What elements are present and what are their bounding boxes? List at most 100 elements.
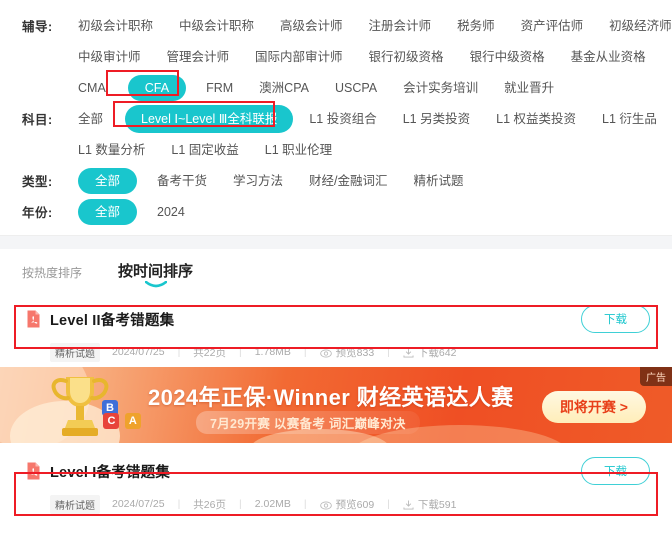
result-downloads-label: 下载642 <box>417 346 457 359</box>
filter-group-subject-row-2: L1 数量分析 L1 固定收益 L1 职业伦理 <box>0 134 672 165</box>
result-views-label: 预览609 <box>335 498 375 511</box>
ad-label-badge: 广告 <box>640 367 672 386</box>
result-main-row: Level I备考错题集 下载 <box>22 449 650 493</box>
filter-chip-chuji-kuaiji[interactable]: 初级会计职称 <box>78 14 153 38</box>
result-page-count: 共26页 <box>193 498 226 511</box>
result-type-tag: 精析试题 <box>50 494 100 514</box>
result-views: 预览833 <box>319 345 375 360</box>
meta-separator: | <box>387 346 390 358</box>
sort-tab-by-time[interactable]: 按时间排序 <box>118 260 194 288</box>
filter-chip-l1-alternative[interactable]: L1 另类投资 <box>403 107 470 131</box>
result-views: 预览609 <box>319 497 375 512</box>
filter-chip-l1-quant[interactable]: L1 数量分析 <box>78 138 145 162</box>
filter-group-year: 年份: 全部 2024 <box>0 196 672 227</box>
filter-label-subject: 科目: <box>22 113 53 127</box>
letter-blocks: B C A <box>84 400 144 429</box>
filter-label-tutoring: 辅导: <box>22 20 53 34</box>
filter-group-tutoring-row-3: CMA CFA FRM 澳洲CPA USCPA 会计实务培训 就业晋升 <box>0 72 672 103</box>
ad-cta-button[interactable]: 即将开赛 > <box>541 391 646 423</box>
meta-separator: | <box>387 498 390 510</box>
download-icon <box>403 499 414 510</box>
result-views-label: 预览833 <box>335 346 375 359</box>
ad-title: 2024年正保·Winner 财经英语达人赛 <box>148 385 514 410</box>
sort-tab-by-popularity[interactable]: 按热度排序 <box>22 264 82 287</box>
filter-chip-l1-portfolio[interactable]: L1 投资组合 <box>309 107 376 131</box>
letter-block-a: A <box>124 413 141 429</box>
meta-separator: | <box>238 346 242 358</box>
filter-chip-chuji-jingjishi[interactable]: 初级经济师 <box>609 14 672 38</box>
filter-chip-type-beikao[interactable]: 备考干货 <box>157 169 207 193</box>
filter-chip-guanli-kuaijishi[interactable]: 管理会计师 <box>167 45 230 69</box>
filter-items: 全部 备考干货 学习方法 财经/金融词汇 精析试题 <box>78 167 672 194</box>
meta-separator: | <box>303 346 307 358</box>
meta-separator: | <box>177 346 181 358</box>
filter-chip-uscpa[interactable]: USCPA <box>335 76 377 100</box>
filter-chip-zhongji-kuaiji[interactable]: 中级会计职称 <box>179 14 254 38</box>
filter-chip-frm[interactable]: FRM <box>206 76 233 100</box>
filter-group-tutoring-row-2: 中级审计师 管理会计师 国际内部审计师 银行初级资格 银行中级资格 基金从业资格… <box>0 41 672 72</box>
result-meta-row: 精析试题 2024/07/25 | 共26页 | 2.02MB | 预览609 … <box>22 493 650 515</box>
result-meta-row: 精析试题 2024/07/25 | 共22页 | 1.78MB | 预览833 … <box>22 341 650 363</box>
filter-chip-l1-derivatives[interactable]: L1 衍生品 <box>602 107 657 131</box>
filter-items: CMA CFA FRM 澳洲CPA USCPA 会计实务培训 就业晋升 <box>78 74 672 101</box>
filter-chip-zichan-pinggushi[interactable]: 资产评估师 <box>521 14 584 38</box>
result-date: 2024/07/25 <box>112 498 165 510</box>
filter-chip-cfa[interactable]: CFA <box>127 74 187 101</box>
filter-chip-year-all[interactable]: 全部 <box>78 198 138 225</box>
filter-chip-type-xuexi-fangfa[interactable]: 学习方法 <box>233 169 283 193</box>
filter-chip-subject-all[interactable]: 全部 <box>78 107 103 131</box>
meta-separator: | <box>238 498 242 510</box>
filter-chip-level-all-bundle[interactable]: Level Ⅰ~Level Ⅲ全科联报 <box>125 104 294 133</box>
filter-chip-cma[interactable]: CMA <box>78 76 106 100</box>
filter-chip-gaoji-kuaijishi[interactable]: 高级会计师 <box>280 14 343 38</box>
filter-chip-yinhang-zhongji[interactable]: 银行中级资格 <box>470 45 545 69</box>
filter-chip-jijin-congye[interactable]: 基金从业资格 <box>571 45 646 69</box>
filter-panel: 辅导: 初级会计职称 中级会计职称 高级会计师 注册会计师 税务师 资产评估师 … <box>0 0 672 235</box>
filter-group-type: 类型: 全部 备考干货 学习方法 财经/金融词汇 精析试题 <box>0 165 672 196</box>
filter-label-type: 类型: <box>22 175 53 189</box>
download-button[interactable]: 下载 <box>581 305 650 333</box>
filter-items: 初级会计职称 中级会计职称 高级会计师 注册会计师 税务师 资产评估师 初级经济… <box>78 14 672 38</box>
download-button[interactable]: 下载 <box>581 457 650 485</box>
filter-chip-year-2024[interactable]: 2024 <box>157 200 185 224</box>
filter-chip-aocpa[interactable]: 澳洲CPA <box>259 76 309 100</box>
meta-separator: | <box>177 498 181 510</box>
ad-subtitle: 7月29开赛 以赛备考 词汇巅峰对决 <box>196 411 420 434</box>
filter-chip-shuiwushi[interactable]: 税务师 <box>457 14 495 38</box>
meta-separator: | <box>303 498 307 510</box>
filter-items: L1 数量分析 L1 固定收益 L1 职业伦理 <box>78 138 672 162</box>
active-tab-underline-icon <box>144 281 167 288</box>
letter-block-c: C <box>103 413 120 429</box>
filter-group-tutoring-row-1: 辅导: 初级会计职称 中级会计职称 高级会计师 注册会计师 税务师 资产评估师 … <box>0 10 672 41</box>
filter-chip-l1-fixed-income[interactable]: L1 固定收益 <box>171 138 238 162</box>
result-title[interactable]: Level II备考错题集 <box>50 309 581 330</box>
result-title[interactable]: Level I备考错题集 <box>50 461 581 482</box>
filter-chip-yinhang-chuji[interactable]: 银行初级资格 <box>369 45 444 69</box>
result-main-row: Level II备考错题集 下载 <box>22 297 650 341</box>
result-date: 2024/07/25 <box>112 346 165 358</box>
section-divider <box>0 235 672 249</box>
pdf-file-icon <box>27 462 40 480</box>
filter-label-year: 年份: <box>22 206 53 220</box>
ad-banner[interactable]: B C A 2024年正保·Winner 财经英语达人赛 7月29开赛 以赛备考… <box>0 367 672 443</box>
filter-items: 全部 Level Ⅰ~Level Ⅲ全科联报 L1 投资组合 L1 另类投资 L… <box>78 104 672 133</box>
filter-chip-type-jingxi-shiti[interactable]: 精析试题 <box>414 169 464 193</box>
result-item[interactable]: Level I备考错题集 下载 精析试题 2024/07/25 | 共26页 |… <box>0 443 672 515</box>
sort-bar: 按热度排序 按时间排序 <box>0 249 672 297</box>
filter-chip-zhongji-shenjishi[interactable]: 中级审计师 <box>78 45 141 69</box>
filter-chip-l1-ethics[interactable]: L1 职业伦理 <box>265 138 332 162</box>
filter-chip-jiuye-jinsheng[interactable]: 就业晋升 <box>504 76 554 100</box>
filter-chip-zhuce-kuaijishi[interactable]: 注册会计师 <box>369 14 432 38</box>
filter-chip-kuaiji-shiwu-peixun[interactable]: 会计实务培训 <box>403 76 478 100</box>
filter-chip-type-all[interactable]: 全部 <box>78 167 138 194</box>
filter-chip-guoji-neibu-shenjishi[interactable]: 国际内部审计师 <box>255 45 343 69</box>
result-type-tag: 精析试题 <box>50 342 100 362</box>
result-downloads-label: 下载591 <box>417 498 457 511</box>
eye-icon <box>319 348 332 358</box>
filter-chip-type-vocabulary[interactable]: 财经/金融词汇 <box>309 169 387 193</box>
result-item[interactable]: Level II备考错题集 下载 精析试题 2024/07/25 | 共22页 … <box>0 297 672 363</box>
result-file-size: 1.78MB <box>254 346 291 358</box>
filter-items: 全部 2024 <box>78 198 672 225</box>
filter-chip-l1-equity[interactable]: L1 权益类投资 <box>496 107 576 131</box>
sort-tab-by-time-label: 按时间排序 <box>118 263 194 280</box>
